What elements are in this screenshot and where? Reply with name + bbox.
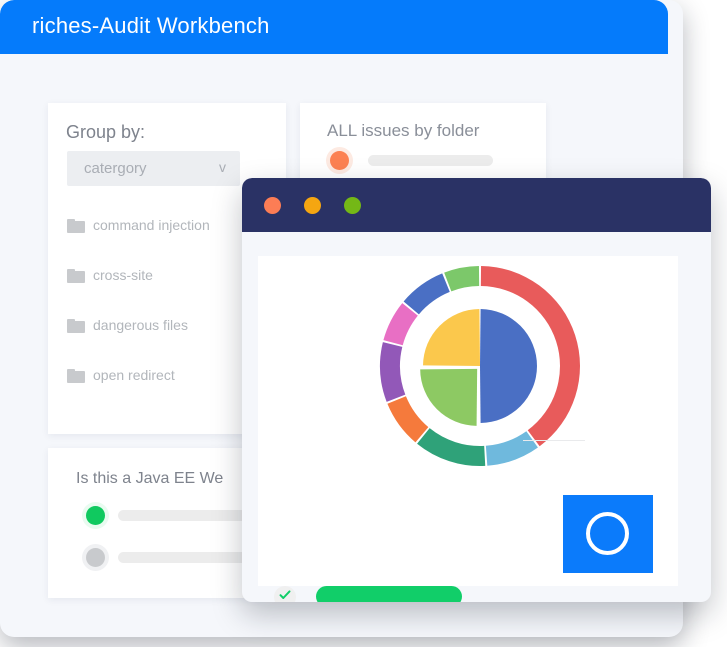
pie-slice-green [444, 266, 480, 292]
folder-icon [67, 219, 85, 233]
radio-selected-icon[interactable] [86, 506, 105, 525]
folder-icon [67, 369, 85, 383]
option-label-placeholder [118, 552, 248, 563]
pie-slice-yellow [423, 309, 480, 366]
pie-chart-svg [380, 266, 580, 466]
pie-slice-lightblue [485, 431, 538, 466]
close-icon[interactable] [264, 197, 281, 214]
pie-slice-green [420, 368, 478, 426]
folder-label: open redirect [93, 367, 175, 383]
floating-window-titlebar[interactable] [242, 178, 711, 232]
pie-slice-blue [480, 309, 537, 423]
pie-inner-series [420, 309, 537, 426]
folder-icon [67, 319, 85, 333]
pie-slice-purple [380, 342, 406, 402]
pie-outer-ring [380, 266, 580, 466]
pie-slice-orange [387, 396, 429, 443]
minimize-icon[interactable] [304, 197, 321, 214]
radio-selected-icon[interactable] [330, 151, 349, 170]
radio-unselected-icon[interactable] [86, 548, 105, 567]
pie-slice-pink [383, 303, 418, 346]
question-panel: Is this a Java EE We [48, 448, 263, 598]
circle-outline-icon [586, 512, 629, 555]
folder-label: dangerous files [93, 317, 188, 333]
group-by-heading: Group by: [66, 122, 146, 142]
option-label-placeholder [118, 510, 248, 521]
page-title: riches-Audit Workbench [32, 13, 270, 38]
folder-icon [67, 269, 85, 283]
blue-action-tile[interactable] [563, 495, 653, 573]
progress-bar-1 [316, 586, 462, 602]
folder-label: command injection [93, 217, 210, 233]
question-heading: Is this a Java EE We [76, 470, 224, 487]
check-icon [279, 590, 291, 599]
group-by-select[interactable]: catergory v [67, 151, 240, 186]
pie-slice-indigo [403, 273, 450, 315]
option-label-placeholder [368, 155, 493, 166]
chevron-down-icon: v [219, 159, 226, 175]
pie-slice-teal [417, 428, 486, 466]
all-issues-heading: ALL issues by folder [327, 121, 480, 140]
folder-label: cross-site [93, 267, 153, 283]
chart-divider [523, 440, 585, 441]
screenshot-stage: riches-Audit Workbench Group by: catergo… [0, 0, 727, 647]
maximize-icon[interactable] [344, 197, 361, 214]
app-header: riches-Audit Workbench [0, 0, 668, 54]
group-by-select-value: catergory [84, 160, 147, 177]
nested-pie-chart [376, 262, 584, 470]
